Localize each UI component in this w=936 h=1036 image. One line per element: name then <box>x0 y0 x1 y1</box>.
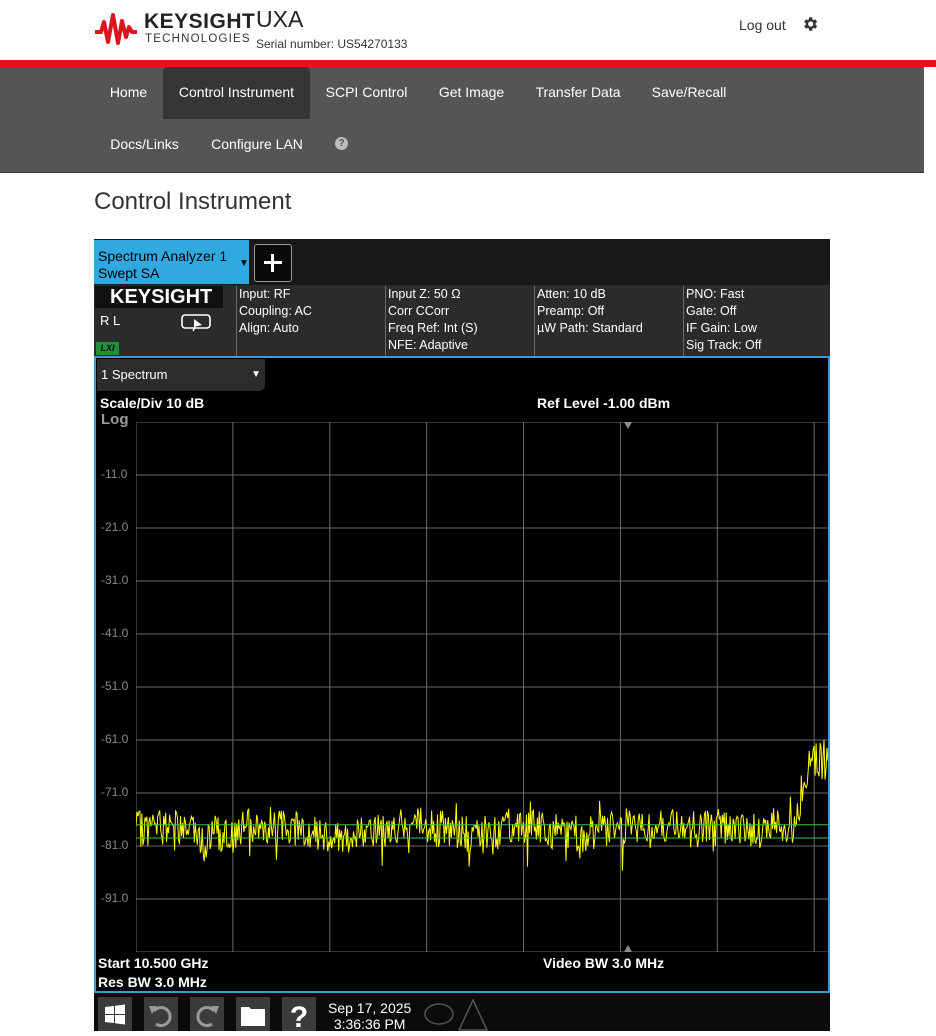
nav-control-instrument[interactable]: Control Instrument <box>163 67 310 119</box>
y-tick-label: -71.0 <box>101 785 129 799</box>
y-tick-label: -41.0 <box>101 626 129 640</box>
measurement-tab-mode: Swept SA <box>98 265 160 281</box>
clock-time: 3:36:36 PM <box>333 1016 406 1032</box>
setting-atten: Atten: 10 dB <box>537 287 606 301</box>
setting-coupling: Coupling: AC <box>239 304 312 318</box>
trace-dropdown[interactable]: 1 Spectrum ▼ <box>97 359 265 391</box>
plus-icon[interactable] <box>254 244 292 282</box>
svg-text:?: ? <box>290 1001 308 1031</box>
brand-logo: KEYSIGHT <box>144 10 256 33</box>
setting-gate: Gate: Off <box>686 304 737 318</box>
message-icon[interactable] <box>422 997 456 1031</box>
settings-col-input: Input: RF Coupling: AC Align: Auto <box>236 286 385 356</box>
y-tick-label: -11.0 <box>101 467 128 481</box>
instrument-clock: Sep 17, 2025 3:36:36 PM <box>328 1000 411 1032</box>
setting-uw-path: µW Path: Standard <box>537 321 643 335</box>
instrument-display: Spectrum Analyzer 1 Swept SA ▼ KEYSIGHT … <box>94 239 830 1034</box>
windows-icon[interactable] <box>98 997 132 1031</box>
remote-local-indicator: R L <box>100 313 121 328</box>
setting-pno: PNO: Fast <box>686 287 745 301</box>
clock-date: Sep 17, 2025 <box>328 1000 412 1016</box>
log-scale-label: Log <box>101 411 129 428</box>
setting-sig-track: Sig Track: Off <box>686 338 762 352</box>
warning-icon[interactable] <box>456 997 490 1031</box>
trace-dropdown-arrow-icon: ▼ <box>251 369 261 380</box>
undo-icon[interactable] <box>144 997 178 1031</box>
tab-dropdown-arrow-icon: ▼ <box>239 258 249 269</box>
nav-save-recall[interactable]: Save/Recall <box>636 67 742 119</box>
nav-transfer-data[interactable]: Transfer Data <box>520 67 636 119</box>
measurement-tab-name: Spectrum Analyzer 1 <box>98 248 228 264</box>
measurement-tab[interactable]: Spectrum Analyzer 1 Swept SA ▼ <box>94 240 249 284</box>
instrument-brand: KEYSIGHT <box>95 286 223 308</box>
nav-scpi-control[interactable]: SCPI Control <box>310 67 423 119</box>
y-tick-label: -81.0 <box>101 838 129 852</box>
settings-col-pno: PNO: Fast Gate: Off IF Gain: Low Sig Tra… <box>683 286 830 356</box>
center-marker <box>624 422 632 429</box>
setting-freq-ref: Freq Ref: Int (S) <box>388 321 478 335</box>
help-icon[interactable]: ? <box>282 997 316 1034</box>
instrument-brand-box: KEYSIGHT R L LXI <box>95 286 236 356</box>
settings-panel: KEYSIGHT R L LXI Input: RF Coupling: AC … <box>94 285 830 357</box>
page-title: Control Instrument <box>94 188 292 215</box>
setting-input: Input: RF <box>239 287 291 301</box>
scale-div-label: Scale/Div 10 dB <box>100 395 205 411</box>
serial-number: Serial number: US54270133 <box>256 37 408 51</box>
nav-configure-lan[interactable]: Configure LAN <box>195 119 319 171</box>
logout-link[interactable]: Log out <box>739 17 786 33</box>
spectrum-window: 1 Spectrum ▼ Scale/Div 10 dB Ref Level -… <box>94 356 830 993</box>
start-freq-label: Start 10.500 GHz <box>98 955 209 971</box>
redo-icon[interactable] <box>190 997 224 1031</box>
setting-align: Align: Auto <box>239 321 299 335</box>
main-nav: Home Control Instrument SCPI Control Get… <box>0 67 924 173</box>
y-tick-label: -51.0 <box>101 679 129 693</box>
keysight-wave-icon <box>95 13 137 45</box>
question-circle-icon[interactable]: ? <box>335 137 348 150</box>
ref-level-label: Ref Level -1.00 dBm <box>537 395 671 411</box>
center-marker <box>624 945 632 952</box>
page-header: KEYSIGHT TECHNOLOGIES UXA Serial number:… <box>0 0 936 60</box>
header-accent-bar <box>0 60 936 67</box>
y-tick-label: -61.0 <box>101 732 129 746</box>
spectrum-plot <box>136 422 828 952</box>
setting-corr: Corr CCorr <box>388 304 450 318</box>
setting-input-z: Input Z: 50 Ω <box>388 287 461 301</box>
nav-docs-links[interactable]: Docs/Links <box>94 119 195 171</box>
nav-get-image[interactable]: Get Image <box>423 67 520 119</box>
setting-preamp: Preamp: Off <box>537 304 605 318</box>
trace-line <box>136 739 828 871</box>
instrument-taskbar: ? Sep 17, 2025 3:36:36 PM <box>94 993 830 1034</box>
gear-icon[interactable] <box>801 15 819 33</box>
nav-home[interactable]: Home <box>94 67 163 119</box>
y-tick-label: -91.0 <box>101 891 129 905</box>
video-bw-label: Video BW 3.0 MHz <box>543 955 665 971</box>
local-return-icon[interactable] <box>181 314 211 332</box>
instrument-name: UXA <box>256 6 304 32</box>
setting-if-gain: IF Gain: Low <box>686 321 757 335</box>
lxi-badge: LXI <box>96 342 119 355</box>
y-tick-label: -31.0 <box>101 573 129 587</box>
folder-icon[interactable] <box>236 997 270 1031</box>
res-bw-label: Res BW 3.0 MHz <box>98 974 207 990</box>
brand-subtitle: TECHNOLOGIES <box>145 33 251 45</box>
y-tick-label: -21.0 <box>101 520 129 534</box>
settings-col-inputz: Input Z: 50 Ω Corr CCorr Freq Ref: Int (… <box>385 286 534 356</box>
trace-dropdown-label: 1 Spectrum <box>101 367 168 382</box>
setting-nfe: NFE: Adaptive <box>388 338 468 352</box>
settings-col-atten: Atten: 10 dB Preamp: Off µW Path: Standa… <box>534 286 683 356</box>
